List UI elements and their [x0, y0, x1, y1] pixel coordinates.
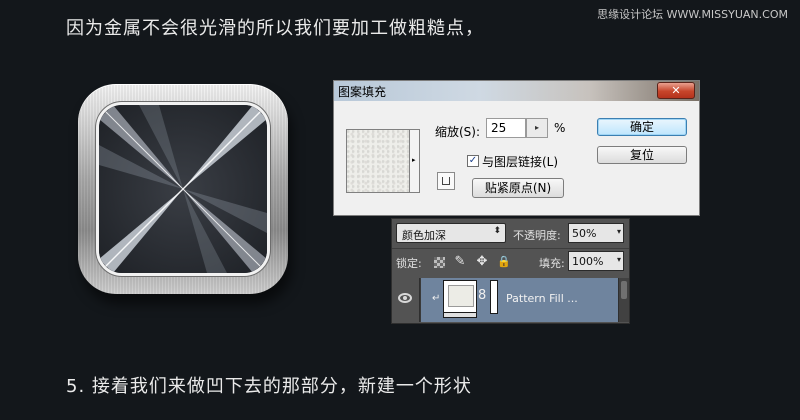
play-arrow-icon: ▸ — [534, 123, 539, 132]
watermark: 思缘设计论坛 WWW.MISSYUAN.COM — [597, 8, 788, 21]
fill-value: 100% — [572, 255, 604, 268]
dialog-title: 图案填充 — [338, 85, 387, 99]
fill-input[interactable]: 100% ▾ — [568, 251, 624, 271]
lock-all-icon[interactable]: 🔒 — [496, 254, 512, 270]
chain-link-icon[interactable]: 8 — [478, 288, 486, 303]
blend-mode-select[interactable]: 颜色加深 ⬍ — [396, 223, 506, 243]
ok-button[interactable]: 确定 — [597, 118, 687, 136]
scale-label: 缩放(S): — [435, 125, 481, 139]
layers-scrollbar[interactable] — [618, 278, 629, 322]
close-button[interactable]: ✕ — [657, 82, 695, 99]
new-preset-icon — [442, 177, 450, 185]
clipping-mask-icon: ↵ — [432, 293, 441, 304]
layer-mask-thumbnail[interactable] — [490, 280, 498, 314]
opacity-label: 不透明度: — [513, 229, 561, 242]
scale-input[interactable]: 25 — [486, 118, 526, 138]
snap-to-origin-button[interactable]: 贴紧原点(N) — [472, 178, 564, 198]
link-with-layer-checkbox[interactable]: ✓ — [467, 155, 479, 167]
blend-mode-value: 颜色加深 — [402, 229, 446, 242]
fill-layer-thumbnail-base — [443, 312, 477, 318]
icon-outer-frame — [78, 84, 288, 294]
close-icon: ✕ — [671, 84, 681, 97]
eye-icon — [398, 293, 412, 303]
lock-transparent-pixels-icon[interactable] — [434, 257, 445, 268]
pattern-picker-dropdown[interactable]: ▸ — [410, 129, 420, 193]
scale-slider-button[interactable]: ▸ — [526, 118, 548, 138]
chevron-down-icon[interactable]: ▾ — [617, 255, 621, 264]
lock-label: 锁定: — [396, 257, 422, 270]
layer-row[interactable]: ↵ 8 Pattern Fill ... — [392, 278, 629, 322]
fill-layer-thumbnail[interactable] — [443, 280, 477, 314]
select-arrows-icon: ⬍ — [493, 226, 501, 236]
link-with-layer-label[interactable]: 与图层链接(L) — [482, 153, 558, 170]
layers-panel: 颜色加深 ⬍ 不透明度: 50% ▾ 锁定: ✎ ✥ 🔒 填充: 100% ▾ … — [391, 218, 630, 324]
checkmark-icon: ✓ — [468, 155, 478, 166]
visibility-toggle[interactable] — [392, 278, 420, 322]
dialog-titlebar[interactable]: 图案填充 ✕ — [334, 81, 699, 101]
icon-inner-face — [96, 102, 270, 276]
create-preset-button[interactable] — [437, 172, 455, 190]
fill-label: 填充: — [539, 257, 565, 270]
scale-unit: % — [554, 121, 566, 135]
lock-position-icon[interactable]: ✥ — [474, 254, 490, 270]
lock-image-pixels-icon[interactable]: ✎ — [452, 254, 468, 270]
panel-divider — [392, 248, 629, 249]
opacity-value: 50% — [572, 227, 597, 240]
tutorial-heading: 因为金属不会很光滑的所以我们要加工做粗糙点， — [66, 18, 484, 39]
metal-icon-preview — [74, 80, 294, 304]
reset-button[interactable]: 复位 — [597, 146, 687, 164]
chevron-down-icon[interactable]: ▾ — [617, 227, 621, 236]
icon-light-streaks — [99, 105, 267, 273]
pattern-fill-dialog: 图案填充 ✕ ▸ 缩放(S): 25 ▸ % ✓ 与图层链接(L) 贴紧原点(N… — [333, 80, 700, 216]
pattern-swatch[interactable] — [346, 129, 410, 193]
chevron-right-icon: ▸ — [412, 156, 416, 164]
opacity-input[interactable]: 50% ▾ — [568, 223, 624, 243]
tutorial-step-text: 5. 接着我们来做凹下去的那部分，新建一个形状 — [66, 376, 472, 397]
layer-name[interactable]: Pattern Fill ... — [506, 292, 578, 305]
